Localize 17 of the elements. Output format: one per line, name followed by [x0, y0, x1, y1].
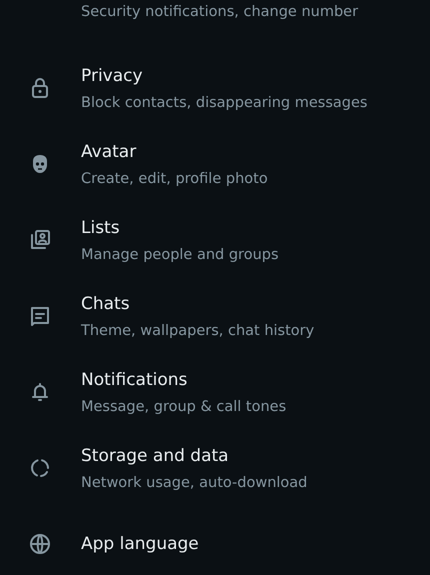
setting-description: Create, edit, profile photo — [81, 170, 268, 188]
setting-title[interactable]: Lists — [81, 216, 279, 240]
setting-title[interactable]: Avatar — [81, 140, 268, 164]
setting-description: Security notifications, change number — [81, 3, 358, 22]
setting-title[interactable]: Storage and data — [81, 444, 308, 468]
globe-icon — [28, 532, 52, 556]
setting-title[interactable]: Privacy — [81, 64, 368, 88]
setting-title[interactable]: Notifications — [81, 368, 286, 392]
setting-description: Message, group & call tones — [81, 398, 286, 416]
contact-list-icon — [28, 228, 52, 252]
setting-description: Block contacts, disappearing messages — [81, 94, 368, 112]
setting-description: Theme, wallpapers, chat history — [81, 322, 314, 340]
setting-description: Network usage, auto-download — [81, 474, 308, 492]
message-icon — [28, 304, 52, 328]
setting-description: Manage people and groups — [81, 246, 279, 264]
setting-title[interactable]: App language — [81, 532, 199, 556]
setting-title[interactable]: Chats — [81, 292, 314, 316]
